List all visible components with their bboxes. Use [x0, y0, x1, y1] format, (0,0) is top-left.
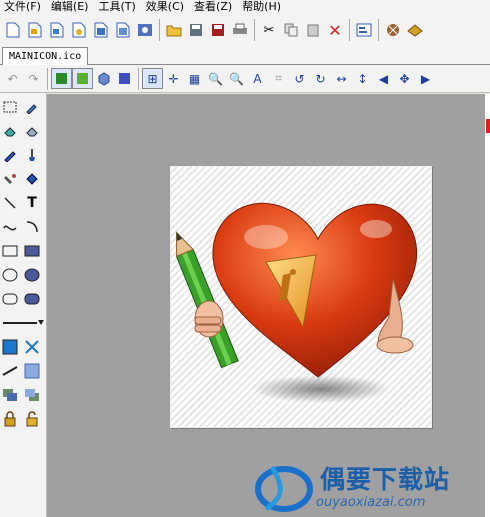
menu-tools[interactable]: 工具(T)	[94, 0, 141, 14]
toolbar-separator	[159, 19, 160, 41]
print-button[interactable]	[229, 19, 251, 41]
toolbar-separator	[378, 19, 379, 41]
menu-help[interactable]: 帮助(H)	[238, 0, 287, 14]
brush-icon[interactable]	[22, 145, 42, 165]
menu-bar: 文件(F) 编辑(E) 工具(T) 效果(C) 查看(Z) 帮助(H)	[0, 0, 490, 14]
rotate-left-icon[interactable]: ↺	[289, 68, 310, 89]
eyedropper-icon[interactable]	[22, 97, 42, 117]
menu-file[interactable]: 文件(F)	[0, 0, 47, 14]
toolbar-separator	[47, 67, 48, 90]
color-swap-icon[interactable]	[22, 337, 42, 357]
line-width-selector[interactable]	[3, 317, 44, 329]
zoom-in-icon[interactable]: 🔍	[205, 68, 226, 89]
rounded-rect-icon[interactable]	[0, 289, 20, 309]
cube-3d-icon[interactable]	[93, 68, 114, 89]
layer-back-icon[interactable]	[0, 385, 20, 405]
cut-icon[interactable]: ✂	[258, 19, 280, 41]
move-right-icon[interactable]: ▶	[415, 68, 436, 89]
new-icon-button[interactable]	[24, 19, 46, 41]
properties-button[interactable]	[353, 19, 375, 41]
edit-toolbar: ↶ ↷ ⊞ ✛ ▦ 🔍 🔍 A ⌗ ↺ ↻ ↔ ↕ ◀ ✥ ▶	[0, 65, 490, 93]
layer-front-icon[interactable]	[22, 385, 42, 405]
rect-select-icon[interactable]	[0, 97, 20, 117]
toolbar-separator	[138, 67, 139, 90]
redo-icon[interactable]: ↷	[23, 68, 44, 89]
filled-rounded-rect-icon[interactable]	[22, 289, 42, 309]
lock-icon[interactable]	[0, 409, 20, 429]
new-cursor-button[interactable]	[46, 19, 68, 41]
flip-vertical-icon[interactable]: ↕	[352, 68, 373, 89]
gradient-line-icon[interactable]	[0, 361, 20, 381]
new-animation-button[interactable]	[90, 19, 112, 41]
arc-icon[interactable]	[22, 217, 42, 237]
library-button[interactable]	[404, 19, 426, 41]
zoom-out-icon[interactable]: 🔍	[226, 68, 247, 89]
open-button[interactable]	[163, 19, 185, 41]
undo-icon[interactable]: ↶	[2, 68, 23, 89]
filled-rectangle-icon[interactable]	[22, 241, 42, 261]
delete-icon[interactable]: ✕	[324, 19, 346, 41]
crop-icon[interactable]: ⌗	[268, 68, 289, 89]
rotate-right-icon[interactable]: ↻	[310, 68, 331, 89]
move-all-icon[interactable]: ✥	[394, 68, 415, 89]
new-library-button[interactable]	[68, 19, 90, 41]
paint-bucket-icon[interactable]	[22, 169, 42, 189]
tool-palette: T	[0, 93, 47, 517]
extract-icon-button[interactable]	[134, 19, 156, 41]
crosshair-icon[interactable]: ✛	[163, 68, 184, 89]
tab-mainicon[interactable]: MAINICON.ico	[2, 47, 89, 65]
new-file-button[interactable]	[2, 19, 24, 41]
watermark-logo-icon	[255, 465, 313, 512]
scroll-edge	[485, 94, 490, 517]
show-transparent-green-button[interactable]	[72, 68, 93, 89]
show-grid-green-button[interactable]	[51, 68, 72, 89]
heart-pencil-image	[175, 202, 418, 403]
rectangle-icon[interactable]	[0, 241, 20, 261]
red-marker	[486, 119, 490, 133]
menu-view[interactable]: 查看(Z)	[190, 0, 238, 14]
text-zoom-icon[interactable]: A	[247, 68, 268, 89]
watermark: 偶要下载站 ouyaoxiazai.com	[250, 455, 490, 515]
grid-icon[interactable]: ⊞	[142, 68, 163, 89]
move-left-icon[interactable]: ◀	[373, 68, 394, 89]
color-eraser-icon[interactable]	[22, 121, 42, 141]
filled-ellipse-icon[interactable]	[22, 265, 42, 285]
flip-horizontal-icon[interactable]: ↔	[331, 68, 352, 89]
paste-button[interactable]	[302, 19, 324, 41]
gradient-fill-icon[interactable]	[22, 361, 42, 381]
foreground-color-icon[interactable]	[0, 337, 20, 357]
unlock-icon[interactable]	[22, 409, 42, 429]
toolbar-separator	[349, 19, 350, 41]
pattern-grid-icon[interactable]: ▦	[184, 68, 205, 89]
menu-edit[interactable]: 编辑(E)	[47, 0, 95, 14]
line-icon[interactable]	[0, 193, 20, 213]
pencil-icon[interactable]	[0, 145, 20, 165]
main-toolbar: ✂ ✕	[0, 14, 490, 46]
blue-square-icon[interactable]	[114, 68, 135, 89]
ellipse-icon[interactable]	[0, 265, 20, 285]
new-image-button[interactable]	[112, 19, 134, 41]
watermark-title: 偶要下载站	[320, 465, 451, 494]
airbrush-icon[interactable]	[0, 169, 20, 189]
eraser-icon[interactable]	[0, 121, 20, 141]
toolbar-separator	[254, 19, 255, 41]
menu-effects[interactable]: 效果(C)	[142, 0, 190, 14]
batch-button[interactable]	[382, 19, 404, 41]
save-all-button[interactable]	[207, 19, 229, 41]
document-tabs: MAINICON.ico	[0, 46, 490, 65]
watermark-url: ouyaoxiazai.com	[316, 495, 426, 510]
text-icon[interactable]: T	[22, 193, 42, 213]
icon-canvas[interactable]	[170, 166, 432, 428]
curve-icon[interactable]	[0, 217, 20, 237]
copy-button[interactable]	[280, 19, 302, 41]
save-button[interactable]	[185, 19, 207, 41]
